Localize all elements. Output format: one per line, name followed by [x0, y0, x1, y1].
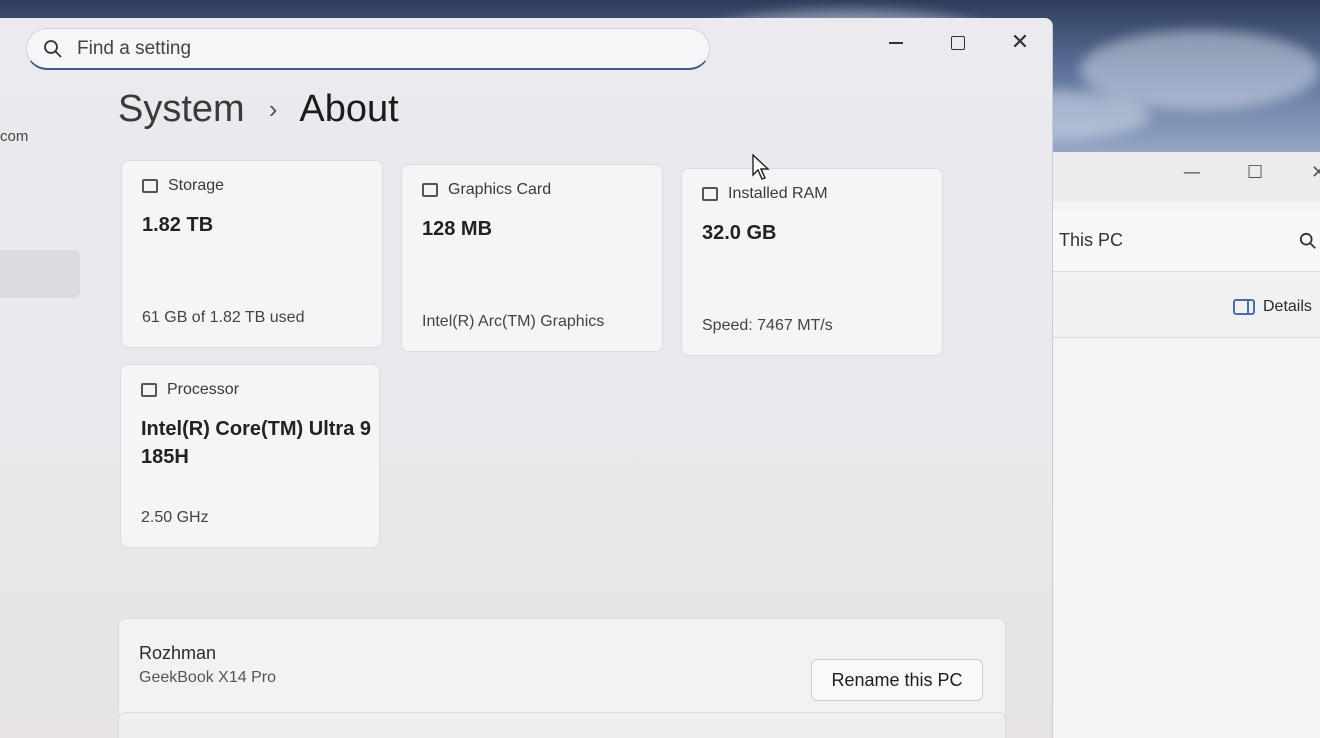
rename-pc-button[interactable]: Rename this PC — [811, 659, 983, 701]
explorer-command-bar: Details — [1041, 274, 1320, 338]
next-settings-card[interactable] — [118, 712, 1006, 738]
storage-icon — [142, 179, 158, 193]
explorer-titlebar: — ☐ ✕ — [1041, 152, 1320, 202]
pc-model: GeekBook X14 Pro — [139, 669, 276, 686]
storage-detail: 61 GB of 1.82 TB used — [142, 309, 305, 326]
ram-card: Installed RAM 32.0 GB Speed: 7467 MT/s — [681, 168, 943, 356]
explorer-maximize-button[interactable]: ☐ — [1247, 162, 1263, 183]
maximize-button[interactable] — [938, 28, 978, 58]
graphics-card-icon — [422, 183, 438, 197]
ram-value: 32.0 GB — [702, 222, 777, 244]
close-button[interactable]: ✕ — [1000, 28, 1040, 58]
ram-icon — [702, 187, 718, 201]
details-label: Details — [1263, 298, 1312, 315]
graphics-card: Graphics Card 128 MB Intel(R) Arc(TM) Gr… — [401, 164, 663, 352]
search-input[interactable] — [77, 36, 677, 62]
processor-detail: 2.50 GHz — [141, 509, 209, 526]
pc-name: Rozhman — [139, 643, 217, 663]
processor-value: Intel(R) Core(TM) Ultra 9 185H — [141, 418, 371, 468]
graphics-label: Graphics Card — [448, 181, 552, 198]
search-icon[interactable] — [1299, 232, 1317, 250]
account-email-fragment: com — [0, 128, 29, 145]
chevron-right-icon: › — [268, 94, 278, 124]
processor-card: Processor Intel(R) Core(TM) Ultra 9 185H… — [120, 364, 380, 548]
page-title: About — [299, 88, 399, 130]
breadcrumb-system[interactable]: System — [118, 88, 245, 131]
minimize-icon — [889, 42, 903, 44]
processor-icon — [141, 383, 157, 397]
search-box[interactable] — [26, 28, 710, 70]
device-name-card: Rozhman GeekBook X14 Pro Rename this PC — [118, 618, 1006, 726]
graphics-value: 128 MB — [422, 218, 493, 240]
mouse-pointer-icon — [752, 154, 770, 180]
ram-detail: Speed: 7467 MT/s — [702, 317, 833, 334]
graphics-detail: Intel(R) Arc(TM) Graphics — [422, 313, 605, 330]
minimize-button[interactable] — [876, 28, 916, 58]
processor-label: Processor — [167, 381, 240, 398]
explorer-close-button[interactable]: ✕ — [1311, 162, 1320, 183]
sidebar-selected-item[interactable] — [0, 250, 80, 298]
breadcrumb: System › About — [118, 88, 399, 131]
search-icon — [44, 40, 62, 58]
settings-window: ✕ com System › About Storage 1.82 TB 61 … — [0, 18, 1053, 738]
storage-label: Storage — [168, 177, 225, 194]
file-explorer-window: — ☐ ✕ This PC Details — [1040, 152, 1320, 738]
details-button[interactable]: Details — [1233, 298, 1312, 316]
explorer-address-bar[interactable]: This PC — [1041, 210, 1320, 272]
close-icon: ✕ — [1010, 30, 1030, 55]
details-pane-icon — [1233, 299, 1255, 315]
maximize-icon — [951, 36, 965, 50]
storage-value: 1.82 TB — [142, 214, 214, 236]
storage-card: Storage 1.82 TB 61 GB of 1.82 TB used — [121, 160, 383, 348]
ram-label: Installed RAM — [728, 185, 828, 202]
explorer-address-text: This PC — [1059, 230, 1124, 250]
explorer-minimize-button[interactable]: — — [1183, 162, 1201, 183]
